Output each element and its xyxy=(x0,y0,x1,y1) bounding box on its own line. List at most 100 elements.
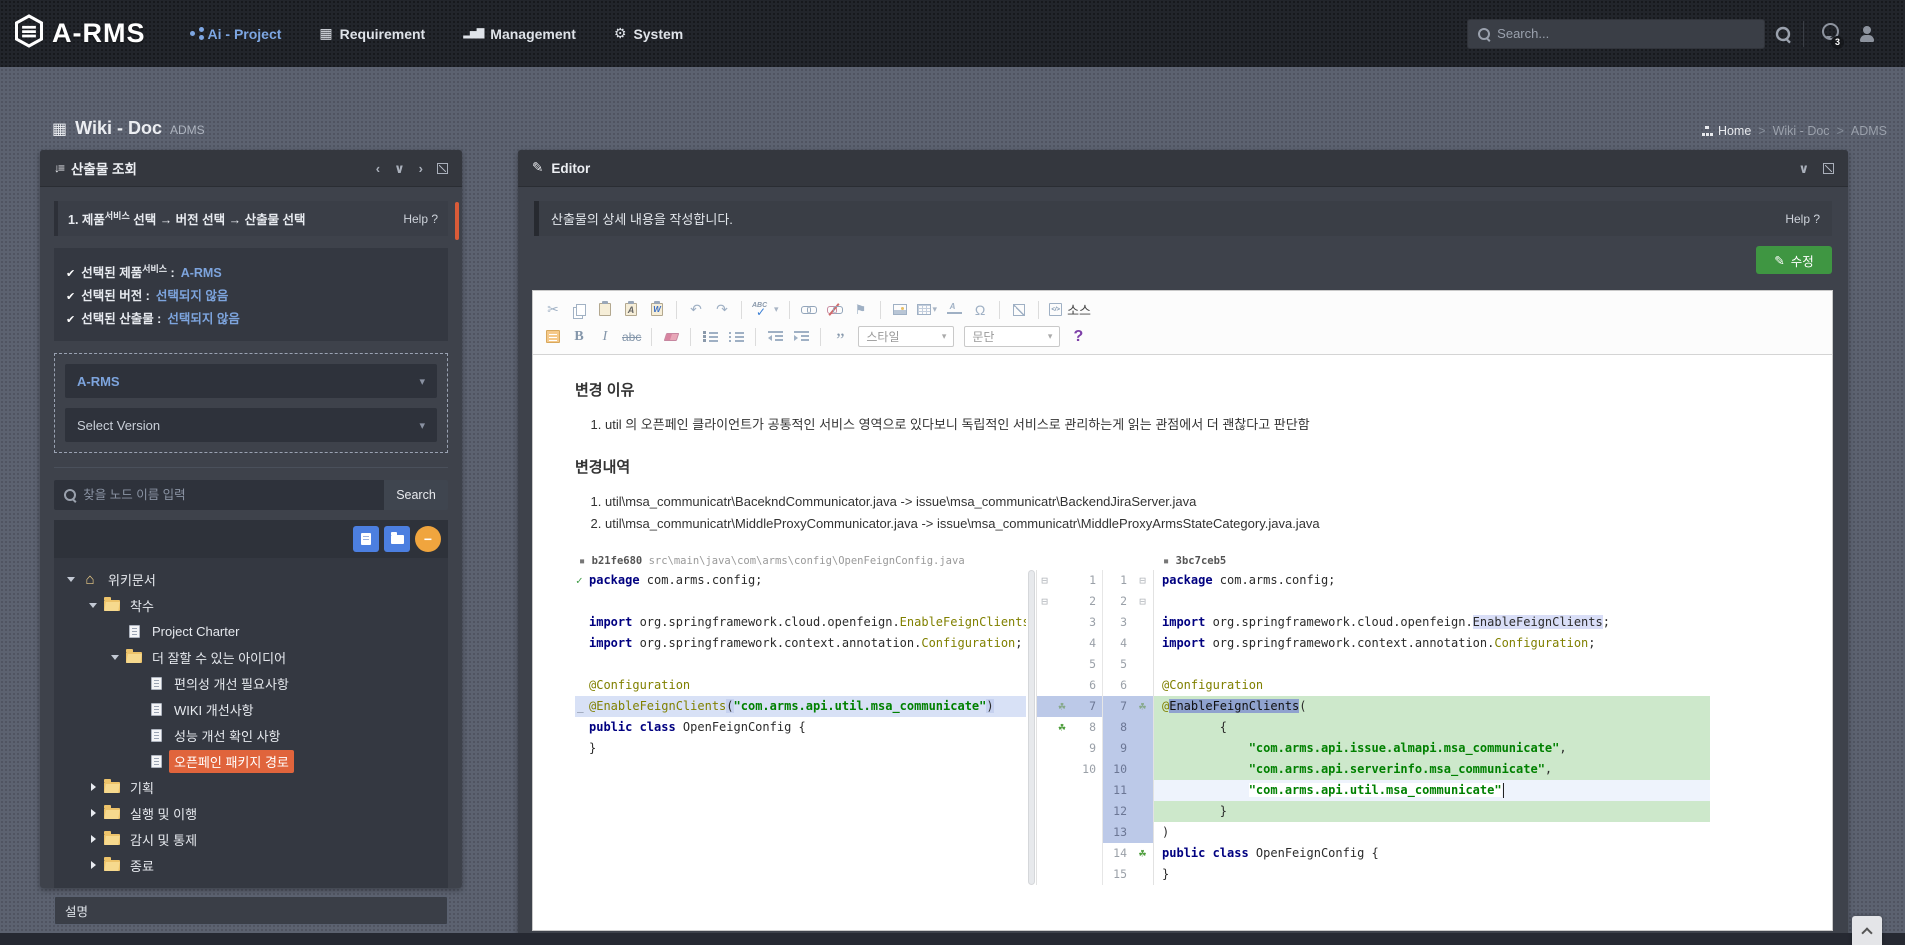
tree-expander[interactable] xyxy=(64,577,78,582)
breadcrumb-item[interactable]: Wiki - Doc xyxy=(1773,124,1830,138)
numbered-list-icon[interactable] xyxy=(698,326,722,348)
app-logo[interactable]: A-RMS xyxy=(14,14,146,53)
gutter-cell: 1 xyxy=(1103,570,1132,591)
new-folder-button[interactable] xyxy=(384,526,410,552)
gutter-cell xyxy=(1072,843,1102,864)
editor-document[interactable]: 변경 이유 util 의 오픈페인 클라이언트가 공통적인 서비스 영역으로 있… xyxy=(533,355,1832,909)
outdent-icon[interactable] xyxy=(763,326,787,348)
style-select[interactable]: 스타일▾ xyxy=(858,326,954,347)
tree-item-더-잘할-수-있는-아이디어[interactable]: 더 잘할 수 있는 아이디어 xyxy=(58,644,444,670)
nav-item-system[interactable]: ⚙System xyxy=(598,0,699,67)
italic-button[interactable]: I xyxy=(593,326,617,348)
format-select[interactable]: 문단▾ xyxy=(964,326,1060,347)
tree-expander[interactable] xyxy=(86,783,100,791)
source-icon[interactable]: 소스 xyxy=(1046,299,1094,321)
editor-help-button[interactable]: Help ? xyxy=(1785,212,1820,226)
panel-expand-icon[interactable] xyxy=(1823,163,1834,174)
nav-item-requirement[interactable]: ▦Requirement xyxy=(303,0,441,67)
spring-leaf-icon: ☘ xyxy=(1058,699,1065,713)
check-icon: ✔ xyxy=(66,309,75,331)
panel-next-icon[interactable]: › xyxy=(419,162,423,175)
diff-scrollbar[interactable] xyxy=(1026,570,1036,885)
tree-item-편의성-개선-필요사항[interactable]: 편의성 개선 필요사항 xyxy=(58,670,444,696)
copy-icon[interactable] xyxy=(567,299,591,321)
tree-expander[interactable] xyxy=(86,861,100,869)
maximize-icon[interactable] xyxy=(1007,299,1031,321)
edit-button[interactable]: ✎ 수정 xyxy=(1756,246,1832,274)
diff-left-code: ✓package com.arms.config;import org.spri… xyxy=(575,570,1026,885)
search-submit-icon[interactable] xyxy=(1776,26,1790,40)
tree-expander[interactable] xyxy=(86,835,100,843)
panel-expand-icon[interactable] xyxy=(437,163,448,174)
template-icon[interactable] xyxy=(541,326,565,348)
remove-format-icon[interactable] xyxy=(659,326,683,348)
remove-node-button[interactable]: − xyxy=(415,526,441,552)
gutter-cell: ☘ xyxy=(1052,696,1072,717)
indent-icon[interactable] xyxy=(789,326,813,348)
anchor-icon[interactable]: ⚑ xyxy=(849,299,873,321)
product-select[interactable]: A-RMS▾ xyxy=(65,364,437,398)
search-input[interactable] xyxy=(1497,26,1754,41)
panel-prev-icon[interactable]: ‹ xyxy=(376,162,380,175)
undo-icon[interactable]: ↶ xyxy=(684,299,708,321)
nav-item-management[interactable]: ▂▅▇Management xyxy=(447,0,592,67)
logo-text: A-RMS xyxy=(52,18,146,49)
code-line: import org.springframework.cloud.openfei… xyxy=(1154,612,1710,633)
bullet-list-icon[interactable] xyxy=(724,326,748,348)
table-grid-icon: ▦ xyxy=(52,119,67,139)
editor-header: ✎ Editor ∨ xyxy=(518,150,1848,187)
browser-help-button[interactable]: Help ? xyxy=(403,212,438,226)
tree-item-착수[interactable]: 착수 xyxy=(58,592,444,618)
scroll-to-top-button[interactable] xyxy=(1852,916,1882,945)
tree-item-label: WIKI 개선사항 xyxy=(169,698,259,721)
code-line: @Configuration xyxy=(575,675,1026,696)
gutter-cell xyxy=(1132,780,1153,801)
user-profile-icon[interactable] xyxy=(1859,26,1875,42)
new-document-button[interactable] xyxy=(353,526,379,552)
paste-icon[interactable] xyxy=(593,299,617,321)
cut-icon[interactable]: ✂ xyxy=(541,299,565,321)
tree-item-WIKI-개선사항[interactable]: WIKI 개선사항 xyxy=(58,696,444,722)
spellcheck-icon[interactable]: ▾ xyxy=(749,299,782,321)
gutter-cell: 12 xyxy=(1103,801,1132,822)
diff-fold-gutter[interactable]: ⊟⊟ xyxy=(1036,570,1052,885)
nav-item-ai-project[interactable]: Ai - Project xyxy=(174,0,298,67)
notification-icon[interactable]: 3 xyxy=(1822,23,1839,45)
tree-expander[interactable] xyxy=(86,603,100,608)
hline-icon[interactable] xyxy=(942,299,966,321)
strike-button[interactable]: abc xyxy=(619,326,644,348)
tree-expander[interactable] xyxy=(108,655,122,660)
tree-expander[interactable] xyxy=(86,809,100,817)
spring-leaf-icon: ☘ xyxy=(1139,846,1146,860)
table-icon[interactable]: ▾ xyxy=(914,299,941,321)
tree-item-위키문서[interactable]: ⌂위키문서 xyxy=(58,566,444,592)
tree-item-Project-Charter[interactable]: Project Charter xyxy=(58,618,444,644)
expander-closed-icon xyxy=(91,835,96,843)
tree-item-실행-및-이행[interactable]: 실행 및 이행 xyxy=(58,800,444,826)
breadcrumb-item[interactable]: ADMS xyxy=(1851,124,1887,138)
gutter-cell xyxy=(1037,696,1052,717)
node-search-input[interactable] xyxy=(83,488,374,502)
redo-icon[interactable]: ↷ xyxy=(710,299,734,321)
tree-item-오픈페인-패키지-경로[interactable]: 오픈페인 패키지 경로 xyxy=(58,748,444,774)
link-icon[interactable] xyxy=(797,299,821,321)
panel-collapse-icon[interactable]: ∨ xyxy=(394,162,405,175)
omega-icon[interactable]: Ω xyxy=(968,299,992,321)
tree-item-감시-및-통제[interactable]: 감시 및 통제 xyxy=(58,826,444,852)
tree-item-종료[interactable]: 종료 xyxy=(58,852,444,878)
paste-word-icon[interactable] xyxy=(645,299,669,321)
bold-button[interactable]: B xyxy=(567,326,591,348)
code-line: package com.arms.config; xyxy=(1154,570,1710,591)
version-select[interactable]: Select Version▾ xyxy=(65,408,437,442)
tree-item-기획[interactable]: 기획 xyxy=(58,774,444,800)
panel-collapse-icon[interactable]: ∨ xyxy=(1798,162,1809,175)
code-line xyxy=(1154,654,1710,675)
paste-text-icon[interactable] xyxy=(619,299,643,321)
breadcrumb-home[interactable]: Home xyxy=(1702,124,1751,138)
unlink-icon[interactable] xyxy=(823,299,847,321)
tree-item-성능-개선-확인-사항[interactable]: 성능 개선 확인 사항 xyxy=(58,722,444,748)
blockquote-icon[interactable]: ” xyxy=(828,326,852,348)
node-search-button[interactable]: Search xyxy=(384,480,448,510)
about-icon[interactable]: ? xyxy=(1066,326,1090,348)
image-icon[interactable] xyxy=(888,299,912,321)
